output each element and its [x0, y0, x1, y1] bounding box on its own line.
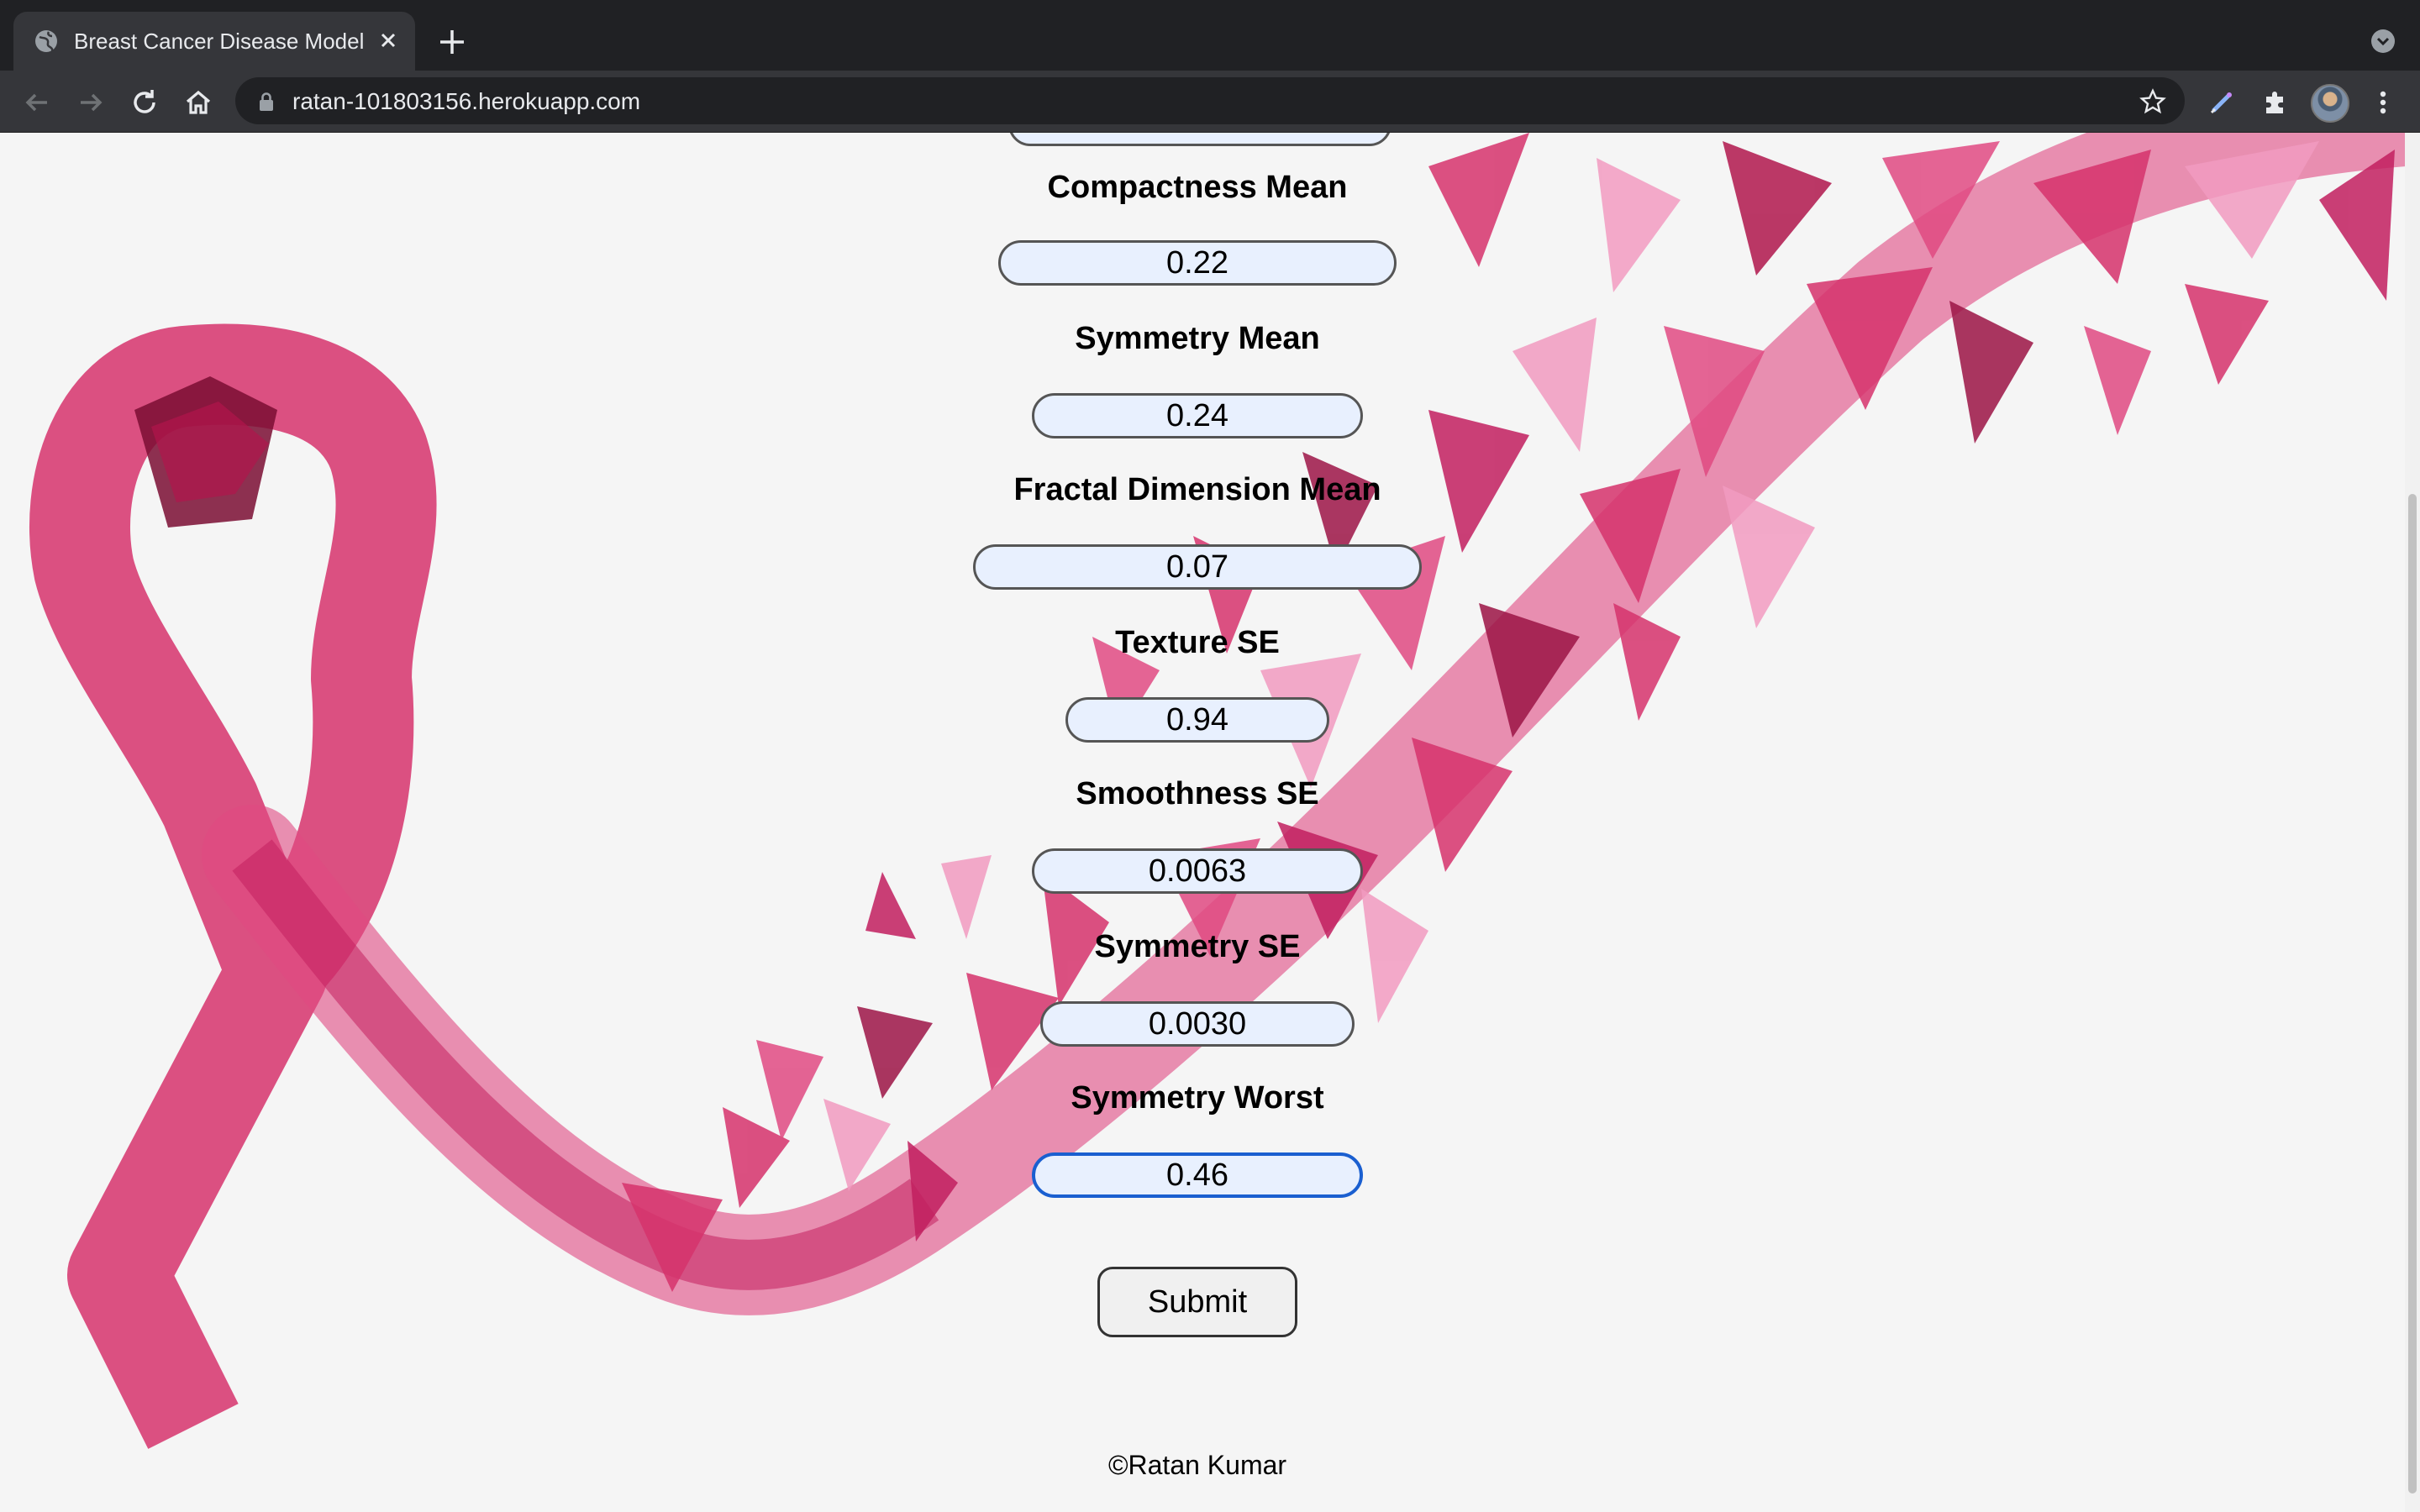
- symmetry-worst-input[interactable]: [1032, 1152, 1363, 1198]
- symmetry-se-input[interactable]: [1040, 1001, 1355, 1047]
- tab-search-icon[interactable]: [2370, 28, 2396, 59]
- browser-toolbar: ratan-101803156.herokuapp.com: [0, 71, 2420, 133]
- browser-tab-bar: Breast Cancer Disease Model: [0, 0, 2420, 71]
- extensions-puzzle-icon[interactable]: [2259, 86, 2292, 123]
- previous-field-input[interactable]: [1008, 133, 1392, 146]
- url-text: ratan-101803156.herokuapp.com: [292, 88, 641, 114]
- compactness-mean-label: Compactness Mean: [1047, 170, 1348, 205]
- footer-copyright: ©Ratan Kumar: [1107, 1450, 1287, 1480]
- scrollbar-thumb[interactable]: [2408, 494, 2417, 1494]
- pen-extension-icon[interactable]: [2205, 86, 2238, 123]
- smoothness-se-input[interactable]: [1032, 848, 1363, 894]
- reload-icon[interactable]: [128, 86, 161, 123]
- new-tab-icon[interactable]: [435, 25, 469, 63]
- globe-icon: [32, 27, 60, 60]
- profile-avatar[interactable]: [2311, 84, 2349, 123]
- tab-title: Breast Cancer Disease Model: [74, 29, 365, 54]
- address-bar[interactable]: ratan-101803156.herokuapp.com: [235, 77, 2185, 124]
- symmetry-worst-label: Symmetry Worst: [1071, 1080, 1324, 1116]
- fractal-dimension-mean-label: Fractal Dimension Mean: [1013, 472, 1381, 507]
- page-viewport: Compactness Mean Symmetry Mean Fractal D…: [0, 133, 2420, 1512]
- more-menu-icon[interactable]: [2366, 86, 2400, 123]
- browser-tab[interactable]: Breast Cancer Disease Model: [13, 12, 415, 71]
- lock-icon[interactable]: [257, 92, 276, 116]
- back-icon[interactable]: [20, 86, 54, 123]
- close-tab-icon[interactable]: [373, 25, 403, 55]
- symmetry-mean-label: Symmetry Mean: [1075, 321, 1320, 356]
- texture-se-label: Texture SE: [1115, 625, 1280, 660]
- symmetry-se-label: Symmetry SE: [1094, 929, 1301, 964]
- smoothness-se-label: Smoothness SE: [1076, 776, 1319, 811]
- forward-icon[interactable]: [74, 86, 108, 123]
- bookmark-star-icon[interactable]: [2139, 88, 2166, 119]
- symmetry-mean-input[interactable]: [1032, 393, 1363, 438]
- submit-button[interactable]: Submit: [1097, 1267, 1297, 1337]
- fractal-dimension-mean-input[interactable]: [973, 544, 1422, 590]
- texture-se-input[interactable]: [1065, 697, 1329, 743]
- compactness-mean-input[interactable]: [998, 240, 1397, 286]
- home-icon[interactable]: [182, 86, 215, 123]
